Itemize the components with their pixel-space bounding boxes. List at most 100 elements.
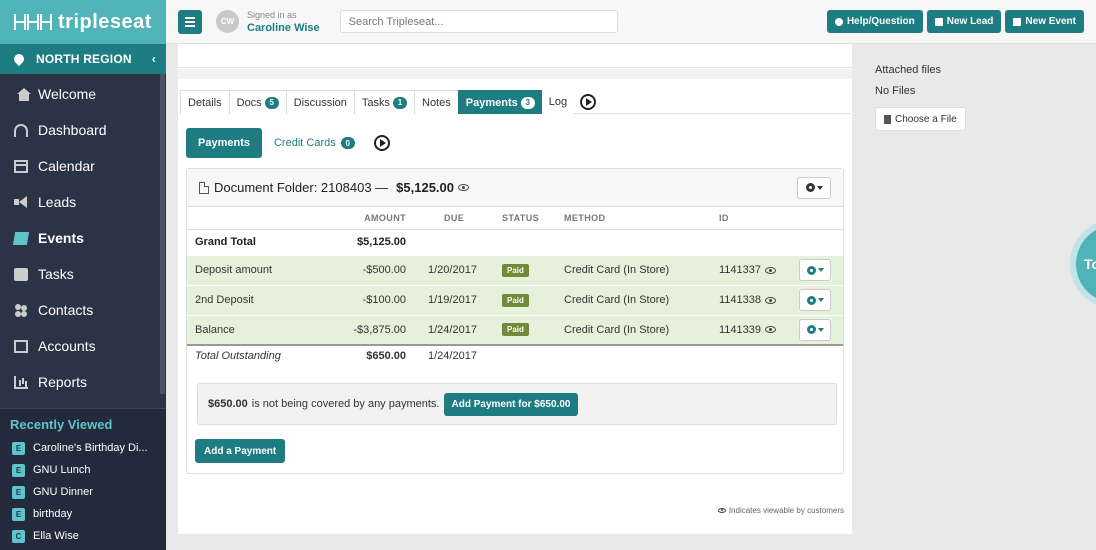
top-bar: CW Signed in as Caroline Wise Help/Quest… bbox=[166, 0, 1096, 44]
tab-tasks[interactable]: Tasks 1 bbox=[353, 90, 415, 114]
tab-notes[interactable]: Notes bbox=[414, 90, 459, 114]
new-lead-button[interactable]: New Lead bbox=[926, 10, 1002, 33]
add-payment-for-amount-button[interactable]: Add Payment for $650.00 bbox=[443, 392, 579, 416]
eye-icon bbox=[765, 266, 777, 274]
gear-icon bbox=[806, 295, 816, 305]
avatar[interactable]: CW bbox=[216, 10, 239, 33]
payment-amount: -$500.00 bbox=[337, 254, 414, 285]
event-tag: E bbox=[12, 485, 25, 499]
column-header-due: DUE bbox=[414, 207, 494, 230]
new-event-button[interactable]: New Event bbox=[1005, 10, 1084, 33]
sidebar-item-reports[interactable]: Reports bbox=[0, 364, 166, 400]
calendar-icon bbox=[14, 159, 28, 173]
main-nav: Welcome Dashboard Calendar Leads Events … bbox=[0, 74, 166, 400]
floating-tour-bubble[interactable]: To bbox=[1070, 219, 1096, 309]
brand-name: tripleseat bbox=[58, 10, 152, 33]
map-pin-icon bbox=[11, 51, 27, 67]
count-badge: 5 bbox=[264, 96, 279, 109]
sidebar-item-accounts[interactable]: Accounts bbox=[0, 328, 166, 364]
payment-name: Balance bbox=[187, 314, 337, 345]
count-badge: 0 bbox=[340, 137, 355, 149]
search-input[interactable] bbox=[339, 10, 618, 33]
eye-icon bbox=[765, 296, 777, 304]
sidebar-item-events[interactable]: Events bbox=[0, 220, 166, 256]
count-badge: 3 bbox=[520, 96, 535, 109]
payment-name: 2nd Deposit bbox=[187, 284, 337, 315]
payment-name: Deposit amount bbox=[187, 254, 337, 285]
column-header-method: METHOD bbox=[556, 207, 711, 230]
megaphone-icon bbox=[14, 195, 28, 209]
region-label: NORTH REGION bbox=[36, 52, 132, 66]
document-folder-amount: $5,125.00 bbox=[396, 180, 454, 195]
total-outstanding-amount: $650.00 bbox=[337, 344, 414, 365]
gear-icon bbox=[806, 325, 816, 335]
caret-down-icon bbox=[817, 327, 824, 332]
payment-method: Credit Card (In Store) bbox=[556, 284, 711, 315]
tripleseat-logo-icon bbox=[14, 14, 52, 30]
attachments-panel: Attached files No Files Choose a File To bbox=[852, 44, 1096, 550]
payment-method: Credit Card (In Store) bbox=[556, 254, 711, 285]
tab-log[interactable]: Log bbox=[541, 90, 575, 114]
sidebar-item-contacts[interactable]: Contacts bbox=[0, 292, 166, 328]
sidebar-item-leads[interactable]: Leads bbox=[0, 184, 166, 220]
brand-logo[interactable]: tripleseat bbox=[0, 0, 166, 44]
play-video-icon[interactable] bbox=[580, 93, 597, 110]
file-icon bbox=[884, 114, 891, 124]
table-header-row: AMOUNT DUE STATUS METHOD ID bbox=[187, 207, 843, 230]
gear-icon bbox=[806, 265, 816, 275]
folder-settings-button[interactable] bbox=[797, 176, 831, 199]
tab-docs[interactable]: Docs 5 bbox=[228, 90, 287, 114]
row-settings-button[interactable] bbox=[799, 259, 831, 281]
play-video-icon[interactable] bbox=[373, 135, 390, 151]
event-tabs: Details Docs 5 Discussion Tasks 1 Notes Pa… bbox=[180, 90, 850, 114]
footnote: Indicates viewable by customers bbox=[717, 506, 844, 515]
tab-discussion[interactable]: Discussion bbox=[285, 90, 355, 114]
recent-item[interactable]: Ebirthday bbox=[0, 503, 166, 525]
user-name-link[interactable]: Caroline Wise bbox=[247, 22, 320, 35]
caret-down-icon bbox=[817, 268, 824, 272]
chevron-left-icon[interactable]: ‹ bbox=[152, 52, 156, 66]
recently-viewed: Recently Viewed E Caroline's Birthday Di.… bbox=[0, 408, 166, 550]
add-payment-button[interactable]: Add a Payment bbox=[195, 439, 286, 463]
sidebar-item-calendar[interactable]: Calendar bbox=[0, 148, 166, 184]
bottom-gutter bbox=[166, 534, 852, 550]
recent-item[interactable]: E GNU Dinner bbox=[0, 481, 166, 503]
sidebar: tripleseat NORTH REGION ‹ Welcome Dashbo… bbox=[0, 0, 166, 550]
megaphone-icon bbox=[934, 17, 943, 26]
recent-item[interactable]: C Ella Wise bbox=[0, 525, 166, 547]
row-settings-button[interactable] bbox=[799, 289, 831, 311]
payment-id: 1141337 bbox=[719, 264, 762, 276]
document-folder-panel: Document Folder: 2108403 — $5,125.00 AMO… bbox=[186, 168, 844, 474]
status-badge: Paid bbox=[502, 323, 529, 337]
eye-icon bbox=[717, 508, 726, 513]
contact-tag: C bbox=[12, 529, 25, 543]
count-badge: 1 bbox=[393, 96, 407, 109]
section-divider bbox=[178, 69, 852, 79]
region-selector[interactable]: NORTH REGION ‹ bbox=[0, 44, 166, 74]
recent-item[interactable]: E GNU Lunch bbox=[0, 459, 166, 481]
payment-due: 1/20/2017 bbox=[414, 254, 494, 285]
recent-item[interactable]: E Caroline's Birthday Di... bbox=[0, 437, 166, 459]
uncovered-amount-notice: $650.00 is not being covered by any paym… bbox=[197, 383, 837, 425]
table-row: Balance -$3,875.00 1/24/2017 Paid Credit… bbox=[187, 314, 843, 345]
signed-in-info: Signed in as Caroline Wise bbox=[247, 9, 320, 35]
sidebar-scrollbar[interactable] bbox=[160, 74, 165, 394]
help-question-button[interactable]: Help/Question bbox=[826, 10, 923, 33]
sidebar-item-welcome[interactable]: Welcome bbox=[0, 76, 166, 112]
tab-payments[interactable]: Payments 3 bbox=[457, 90, 543, 114]
subtab-credit-cards[interactable]: Credit Cards 0 bbox=[262, 128, 367, 158]
grand-total-amount: $5,125.00 bbox=[357, 236, 406, 248]
row-settings-button[interactable] bbox=[799, 318, 831, 341]
menu-toggle-button[interactable] bbox=[178, 9, 202, 34]
table-row: 2nd Deposit -$100.00 1/19/2017 Paid Cred… bbox=[187, 284, 843, 315]
event-tag: E bbox=[12, 463, 25, 477]
signed-in-label: Signed in as bbox=[247, 9, 297, 20]
choose-file-button[interactable]: Choose a File bbox=[875, 107, 966, 131]
status-badge: Paid bbox=[502, 263, 529, 277]
tab-details[interactable]: Details bbox=[180, 90, 230, 114]
sidebar-item-tasks[interactable]: Tasks bbox=[0, 256, 166, 292]
sidebar-item-dashboard[interactable]: Dashboard bbox=[0, 112, 166, 148]
total-outstanding-row: Total Outstanding $650.00 1/24/2017 bbox=[187, 344, 843, 365]
payment-due: 1/24/2017 bbox=[414, 314, 494, 345]
subtab-payments[interactable]: Payments bbox=[186, 128, 262, 158]
